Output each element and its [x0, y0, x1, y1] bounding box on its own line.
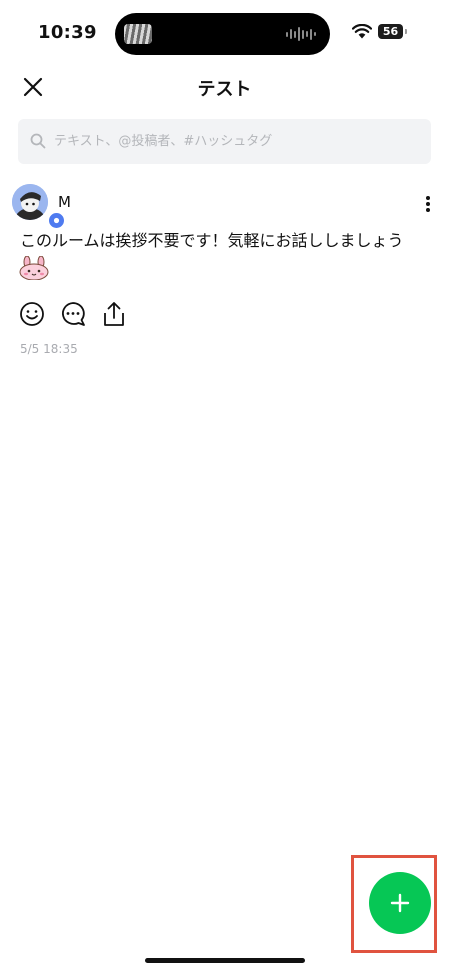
comment-icon — [61, 302, 85, 326]
verified-badge-icon — [47, 211, 66, 230]
more-options-button[interactable] — [418, 192, 438, 216]
post-text: このルームは挨拶不要です！気軽にお話ししましょう — [20, 231, 404, 250]
reaction-button[interactable] — [18, 300, 46, 328]
search-input[interactable] — [54, 119, 419, 164]
search-bar[interactable] — [18, 119, 431, 164]
status-bar: 10:39 56 — [0, 0, 449, 64]
share-icon — [104, 302, 124, 326]
avatar[interactable] — [12, 184, 66, 230]
status-time: 10:39 — [38, 22, 97, 43]
plus-icon — [390, 893, 410, 913]
battery-icon: 56 — [378, 24, 403, 39]
more-vertical-icon — [426, 196, 430, 212]
audio-waveform-icon — [286, 25, 316, 43]
post-timestamp: 5/5 18:35 — [20, 342, 78, 356]
media-thumbnail — [124, 24, 152, 44]
avatar-image — [12, 184, 48, 220]
post-author[interactable]: M — [58, 193, 71, 211]
page-title: テスト — [197, 79, 252, 100]
header: テスト — [0, 64, 449, 110]
dynamic-island — [115, 13, 330, 55]
bunny-sticker — [19, 256, 49, 280]
create-post-button[interactable] — [369, 872, 431, 934]
wifi-icon — [352, 24, 372, 39]
smile-icon — [20, 302, 44, 326]
comment-button[interactable] — [59, 300, 87, 328]
search-icon — [30, 133, 46, 149]
battery-cap — [405, 29, 407, 34]
share-button[interactable] — [100, 300, 128, 328]
home-indicator — [145, 958, 305, 963]
